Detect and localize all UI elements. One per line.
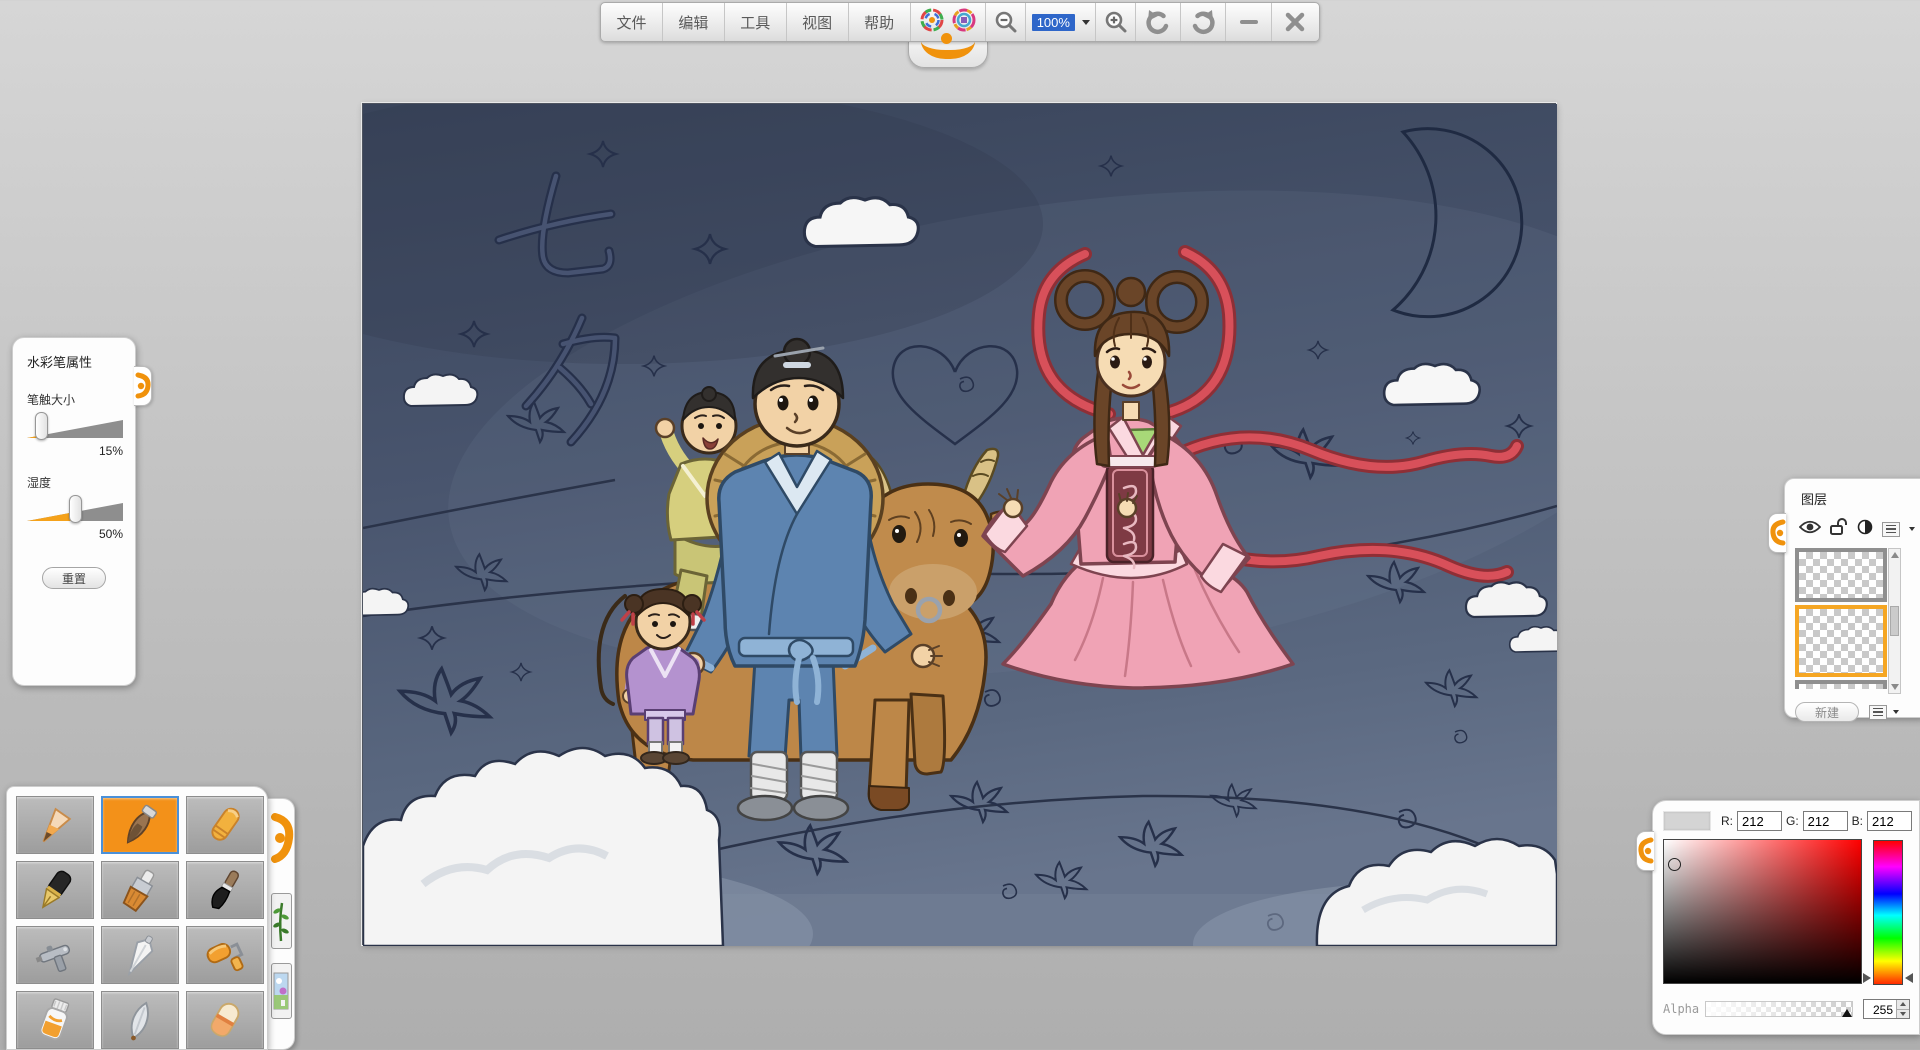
- red-input[interactable]: [1737, 811, 1782, 831]
- gallery-eye-icon[interactable]: [951, 7, 977, 38]
- brush-panel-clown-tab[interactable]: [134, 366, 152, 406]
- plant-stamp-icon: [273, 897, 289, 945]
- minimize-button[interactable]: [1240, 3, 1258, 41]
- alpha-increment-button[interactable]: [1897, 1000, 1909, 1009]
- wetness-label: 湿度: [27, 474, 121, 491]
- redo-button[interactable]: [1189, 3, 1217, 41]
- opacity-half-icon[interactable]: [1857, 519, 1873, 540]
- layers-panel-clown-tab[interactable]: [1768, 513, 1786, 553]
- zoom-in-button[interactable]: [1104, 3, 1128, 41]
- zoom-level-select[interactable]: 100%: [1026, 3, 1096, 41]
- saturation-value-picker[interactable]: [1663, 839, 1862, 984]
- color-picker-panel: R: G: B: Alpha 255: [1652, 800, 1920, 1035]
- layer-item-2-selected[interactable]: [1795, 605, 1887, 677]
- brush-tool-crayon[interactable]: [186, 796, 264, 854]
- hue-bar[interactable]: [1873, 840, 1903, 985]
- alpha-marker-icon[interactable]: [1842, 1009, 1852, 1017]
- palette-side-strip: [268, 798, 295, 1050]
- layers-options-dropdown-arrow[interactable]: [1893, 710, 1899, 714]
- current-color-swatch[interactable]: [1663, 811, 1711, 831]
- clown-smile-tab[interactable]: [908, 41, 988, 68]
- alpha-value[interactable]: 255: [1864, 1000, 1896, 1018]
- blue-label: B:: [1852, 814, 1863, 828]
- brush-tool-fountain-pen[interactable]: [16, 861, 94, 919]
- alpha-slider[interactable]: [1705, 1001, 1853, 1017]
- brush-size-value: 15%: [27, 444, 123, 458]
- brush-tool-paint-bottle[interactable]: [16, 991, 94, 1049]
- layers-panel: 图层 新建: [1784, 478, 1920, 718]
- wetness-value: 50%: [27, 527, 123, 541]
- green-input[interactable]: [1803, 811, 1848, 831]
- green-label: G:: [1786, 814, 1799, 828]
- brush-tool-colored-pencil[interactable]: [16, 796, 94, 854]
- layer-menu-dropdown-arrow[interactable]: [1909, 527, 1915, 531]
- sv-cursor-icon[interactable]: [1668, 858, 1681, 871]
- close-icon: [1285, 12, 1305, 32]
- layer-item-1[interactable]: [1795, 548, 1887, 602]
- picture-stamp-icon: [273, 967, 289, 1015]
- minimize-icon: [1240, 20, 1258, 24]
- tab-plant-stamps[interactable]: [271, 893, 292, 949]
- brush-size-slider-thumb[interactable]: [35, 412, 48, 440]
- color-panel-clown-tab[interactable]: [1636, 831, 1654, 871]
- brush-tool-eraser[interactable]: [186, 991, 264, 1049]
- clown-ear-icon: [134, 367, 152, 405]
- hue-marker-right[interactable]: [1905, 973, 1913, 983]
- wetness-slider-thumb[interactable]: [69, 495, 82, 523]
- zoom-dropdown-arrow[interactable]: [1082, 20, 1090, 25]
- brush-tool-ink-brush[interactable]: [186, 861, 264, 919]
- layer-item-3-partial[interactable]: [1795, 680, 1887, 689]
- new-layer-button[interactable]: 新建: [1795, 702, 1859, 722]
- tab-picture-stamps[interactable]: [271, 963, 292, 1019]
- brush-size-slider[interactable]: [27, 414, 123, 442]
- brush-tool-grid: [16, 796, 258, 1049]
- unlock-icon[interactable]: [1830, 518, 1848, 540]
- blue-input[interactable]: [1867, 811, 1912, 831]
- toolbox-eye-icon[interactable]: [919, 7, 945, 38]
- alpha-label: Alpha: [1663, 1002, 1705, 1016]
- brush-tool-watercolor-brush[interactable]: [101, 796, 179, 854]
- scroll-down-icon[interactable]: [1891, 684, 1899, 690]
- drawing-canvas[interactable]: [362, 103, 1556, 945]
- close-button[interactable]: [1285, 3, 1305, 41]
- layer-list: [1795, 548, 1901, 694]
- wetness-slider[interactable]: [27, 497, 123, 525]
- brush-tool-flat-brush[interactable]: [101, 861, 179, 919]
- brush-tool-paint-roller[interactable]: [186, 926, 264, 984]
- main-toolbar: 文件 编辑 工具 视图 帮助: [600, 2, 1320, 42]
- clown-ear-icon: [1637, 832, 1655, 870]
- scrollbar-thumb[interactable]: [1890, 606, 1899, 636]
- reset-button[interactable]: 重置: [42, 567, 106, 589]
- layers-options-icon[interactable]: [1869, 705, 1887, 720]
- hue-marker-left[interactable]: [1863, 973, 1871, 983]
- clown-nose-icon: [941, 33, 952, 44]
- palette-clown-ear-icon[interactable]: [269, 805, 294, 871]
- layers-panel-title: 图层: [1801, 489, 1920, 508]
- menu-edit[interactable]: 编辑: [663, 3, 725, 41]
- brush-properties-panel: 水彩笔属性 笔触大小 15% 湿度 50% 重置: [12, 337, 136, 686]
- red-label: R:: [1721, 814, 1733, 828]
- menu-help[interactable]: 帮助: [849, 3, 911, 41]
- zoom-level-value[interactable]: 100%: [1032, 14, 1075, 31]
- layer-menu-icon[interactable]: [1882, 522, 1900, 537]
- undo-button[interactable]: [1144, 3, 1172, 41]
- scroll-up-icon[interactable]: [1891, 552, 1899, 558]
- brush-size-label: 笔触大小: [27, 391, 121, 408]
- zoom-out-button[interactable]: [994, 3, 1018, 41]
- alpha-spinner: 255: [1863, 999, 1910, 1019]
- brush-tool-leaf-knife[interactable]: [101, 991, 179, 1049]
- menu-view[interactable]: 视图: [787, 3, 849, 41]
- menu-file[interactable]: 文件: [601, 3, 663, 41]
- brush-panel-title: 水彩笔属性: [27, 352, 121, 371]
- visibility-eye-icon[interactable]: [1799, 520, 1821, 539]
- layer-list-scrollbar[interactable]: [1888, 548, 1901, 694]
- brush-tool-palette-knife[interactable]: [101, 926, 179, 984]
- clown-ear-icon: [1769, 514, 1787, 552]
- brush-tool-airbrush[interactable]: [16, 926, 94, 984]
- alpha-decrement-button[interactable]: [1897, 1009, 1909, 1019]
- menu-tools[interactable]: 工具: [725, 3, 787, 41]
- brush-palette-panel: [6, 786, 268, 1050]
